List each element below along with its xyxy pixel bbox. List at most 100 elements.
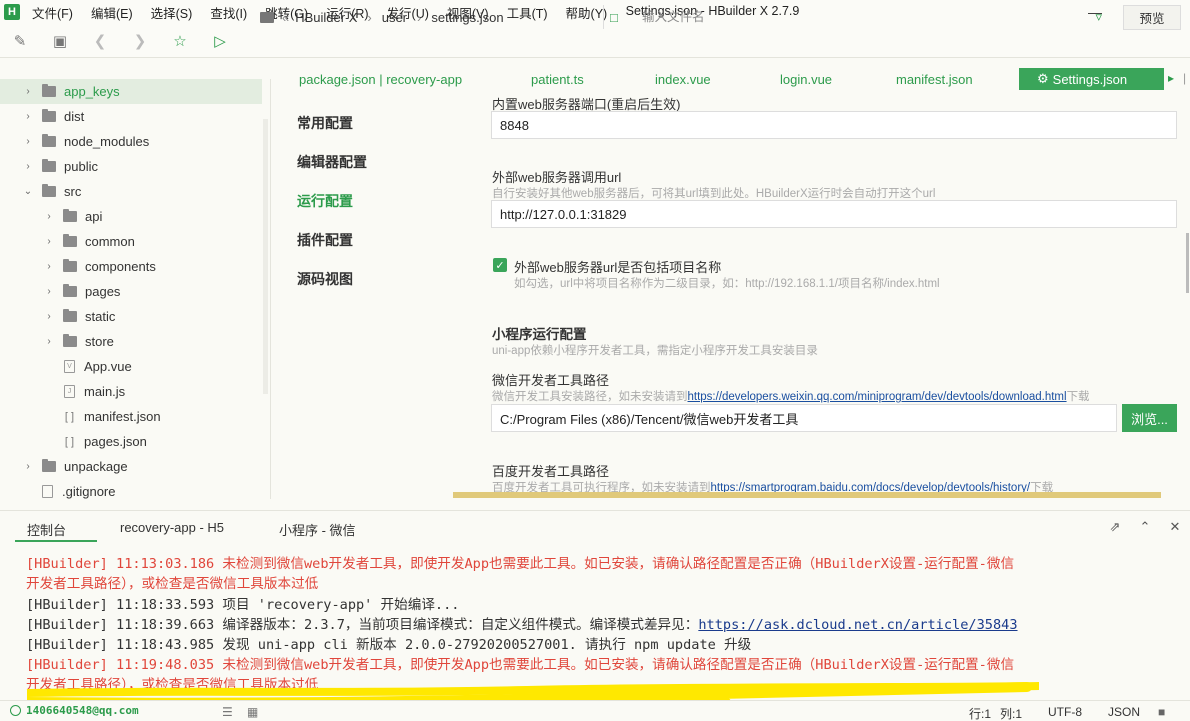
file-search-input[interactable] [642,10,1082,24]
open-external-icon[interactable]: ⇗ [1100,519,1130,535]
tree-item-unpackage[interactable]: › unpackage [0,454,262,479]
tab-package-json[interactable]: package.json | recovery-app [299,66,462,92]
wechat-path-input[interactable]: C:/Program Files (x86)/Tencent/微信web开发者工… [491,404,1117,432]
folder-icon [42,109,56,122]
external-url-input[interactable]: http://127.0.0.1:31829 [491,200,1177,228]
menu-edit[interactable]: 编辑(E) [91,3,133,22]
star-icon[interactable]: ☆ [160,24,200,58]
chevron-right-icon[interactable]: › [22,86,34,97]
tree-item-app-keys[interactable]: › app_keys [0,79,262,104]
cursor-col: 列:1 [1000,707,1023,721]
tree-item-label: main.js [84,384,126,399]
language-selector[interactable]: JSON [1108,705,1140,719]
tree-item-label: manifest.json [84,409,161,424]
menu-find[interactable]: 查找(I) [210,3,247,22]
mp-section-title: 小程序运行配置 [492,327,587,342]
breadcrumb-chevron-icon: « [282,9,290,25]
tree-item-dist[interactable]: › dist [0,104,262,129]
chevron-right-icon[interactable]: › [22,136,34,147]
tab-login-vue[interactable]: login.vue [780,66,832,92]
content-horizontal-scrollbar[interactable] [453,492,1161,498]
breadcrumb-item[interactable]: HBuilder X [295,10,357,25]
console-line: [HBuilder] 11:18:39.663 编译器版本：2.3.7，当前项目… [26,615,1018,635]
back-icon[interactable]: ❮ [80,24,120,58]
vue-file-icon: V [64,360,75,373]
collapse-up-icon[interactable]: ⌃ [1130,519,1160,535]
tree-item-src[interactable]: ⌄ src [0,179,262,204]
lock-icon[interactable]: ■ [1158,705,1165,719]
chevron-right-icon[interactable]: › [43,261,55,272]
chevron-right-icon[interactable]: › [43,286,55,297]
console-tab-wechat[interactable]: 小程序 - 微信 [279,520,356,539]
tab-scroll-right-icon[interactable]: ▸ [1168,71,1174,85]
builtin-port-input[interactable]: 8848 [491,111,1177,139]
chevron-down-icon[interactable]: ⌄ [22,186,34,197]
breadcrumb-item[interactable]: user [382,10,407,25]
console-line: 开发者工具路径），或检查是否微信工具版本过低 [26,576,319,592]
tree-item-app-vue[interactable]: V App.vue [0,354,262,379]
chevron-right-icon[interactable]: › [43,236,55,247]
chevron-right-icon[interactable]: › [22,461,34,472]
chevron-right-icon[interactable]: › [43,211,55,222]
folder-icon [63,309,77,322]
run-icon[interactable]: ▷ [200,24,240,58]
console-tab-console[interactable]: 控制台 [27,520,66,539]
sidebar-scrollbar[interactable] [263,119,268,394]
console-tab-h5[interactable]: recovery-app - H5 [120,520,224,535]
new-file-icon[interactable]: ✎ [0,24,40,58]
settings-nav-plugin[interactable]: 插件配置 [297,230,353,250]
chevron-right-icon[interactable]: › [43,311,55,322]
user-icon [10,705,21,716]
chevron-right-icon[interactable]: › [43,336,55,347]
settings-nav-run[interactable]: 运行配置 [297,191,353,211]
tree-item-label: pages [85,284,121,299]
menu-select[interactable]: 选择(S) [151,3,193,22]
chevron-right-icon[interactable]: › [22,111,34,122]
encoding-selector[interactable]: UTF-8 [1048,705,1082,719]
wechat-download-link[interactable]: https://developers.weixin.qq.com/minipro… [688,391,1067,403]
tab-index-vue[interactable]: index.vue [655,66,711,92]
settings-nav-common[interactable]: 常用配置 [297,113,353,133]
include-project-checkbox[interactable]: ✓ [493,258,507,272]
tree-item-public[interactable]: › public [0,154,262,179]
save-icon[interactable]: ▣ [40,24,80,58]
console-output: [HBuilder] 11:13:03.186 未检测到微信web开发者工具，即… [0,548,1190,698]
console-tab-bar: 控制台 recovery-app - H5 小程序 - 微信 ⇗ ⌃ ✕ [0,510,1190,542]
settings-nav-editor[interactable]: 编辑器配置 [297,152,367,172]
tree-item-label: common [85,234,135,249]
tab-patient-ts[interactable]: patient.ts [531,66,584,92]
tree-item-common[interactable]: › common [0,229,262,254]
console-link[interactable]: https://ask.dcloud.net.cn/article/35843 [698,617,1017,633]
tab-settings-json[interactable]: ⚙ Settings.json [1019,68,1164,90]
tree-item-pages[interactable]: › pages [0,279,262,304]
tree-item-store[interactable]: › store [0,329,262,354]
menu-file[interactable]: 文件(F) [32,3,73,22]
browse-button[interactable]: 浏览... [1122,404,1177,432]
tree-item-gitignore[interactable]: .gitignore [0,479,262,499]
tree-item-api[interactable]: › api [0,204,262,229]
preview-button[interactable]: 预览 [1123,5,1181,30]
tree-item-node-modules[interactable]: › node_modules [0,129,262,154]
filter-icon[interactable]: ▿ [1095,9,1102,25]
tree-item-static[interactable]: › static [0,304,262,329]
mp-section-hint: uni-app依赖小程序开发者工具，需指定小程序开发工具安装目录 [492,345,818,357]
list-icon[interactable]: ☰ [222,705,233,719]
terminal-icon[interactable]: ▦ [247,705,258,719]
tree-item-main-js[interactable]: J main.js [0,379,262,404]
json-file-icon: [ ] [64,410,75,423]
settings-nav-source[interactable]: 源码视图 [297,269,353,289]
gear-icon: ⚙ [1037,71,1049,86]
tree-item-components[interactable]: › components [0,254,262,279]
tree-item-manifest-json[interactable]: [ ] manifest.json [0,404,262,429]
account-status[interactable]: 1406640548@qq.com [10,704,139,717]
tab-manifest-json[interactable]: manifest.json [896,66,973,92]
forward-icon[interactable]: ❯ [120,24,160,58]
folder-icon [63,209,77,222]
tree-item-pages-json[interactable]: [ ] pages.json [0,429,262,454]
content-vertical-scrollbar[interactable] [1186,233,1189,293]
external-url-title: 外部web服务器调用url [492,170,622,185]
close-console-icon[interactable]: ✕ [1160,519,1190,535]
breadcrumb-item[interactable]: settings.json [431,10,503,25]
tree-item-label: dist [64,109,85,124]
chevron-right-icon[interactable]: › [22,161,34,172]
